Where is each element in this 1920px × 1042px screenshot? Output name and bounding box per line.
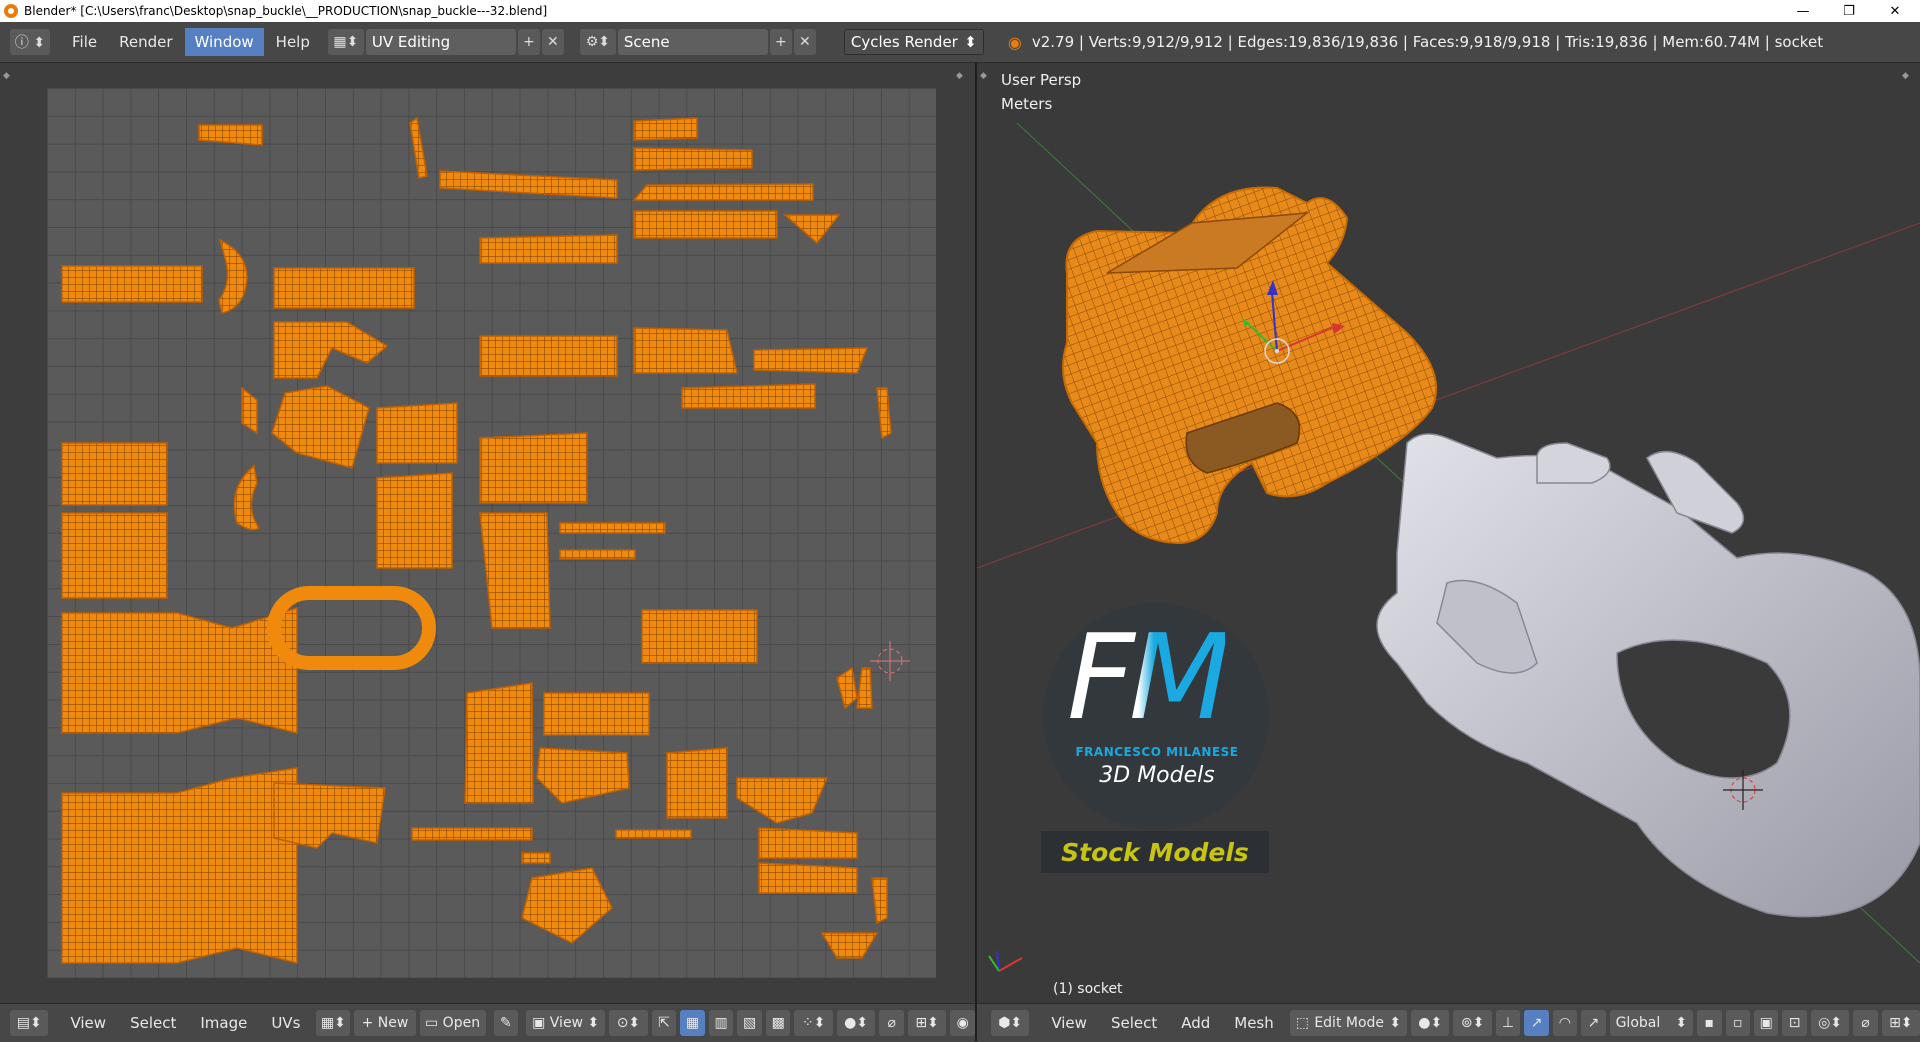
open-image-button[interactable]: ▭ Open <box>419 1010 486 1036</box>
screen-layout-field[interactable]: UV Editing <box>365 29 516 55</box>
screen-layout-label: UV Editing <box>371 33 451 51</box>
plus-icon: + <box>361 1015 378 1031</box>
dropdown-arrow-icon: ⬍ <box>964 33 977 51</box>
edge-mode-icon[interactable]: ▫ <box>1725 1010 1750 1036</box>
view-mode-dropdown[interactable]: ▣ View ⬍ <box>526 1010 606 1036</box>
rotate-manipulator-icon[interactable]: ◠ <box>1552 1010 1578 1036</box>
vp-menu-select[interactable]: Select <box>1099 1014 1169 1032</box>
render-engine-dropdown[interactable]: Cycles Render ⬍ <box>843 29 984 55</box>
folder-icon: ▭ <box>424 1015 443 1031</box>
menu-help[interactable]: Help <box>266 28 320 56</box>
vp-menu-view[interactable]: View <box>1039 1014 1099 1032</box>
uv-channel-icon[interactable]: ◉ <box>950 1010 975 1036</box>
uv-islands <box>61 116 910 964</box>
3d-view-header: ⬢⬍ View Select Add Mesh ⬚ Edit Mode ⬍ ●⬍ ⊚… <box>977 1003 1920 1042</box>
render-engine-label: Cycles Render <box>850 33 958 51</box>
island-select-icon[interactable]: ▩ <box>765 1010 791 1036</box>
watermark-badge: Stock Models <box>1041 831 1269 873</box>
uv-grid[interactable] <box>47 88 936 978</box>
watermark-tagline: 3D Models <box>1099 763 1215 788</box>
snap-icon[interactable]: ⌀ <box>879 1010 904 1036</box>
blender-logo-icon <box>4 4 18 18</box>
minimize-button[interactable]: — <box>1780 0 1826 22</box>
pivot-point-icon[interactable]: ⊚⬍ <box>1453 1010 1492 1036</box>
limit-selection-icon[interactable]: ⊡ <box>1782 1010 1807 1036</box>
proportional-editing-icon[interactable]: ◎⬍ <box>1810 1010 1850 1036</box>
mode-label: Edit Mode <box>1314 1015 1385 1031</box>
window-title: Blender* [C:\Users\franc\Desktop\snap_bu… <box>24 4 548 18</box>
scene-stats: v2.79 | Verts:9,912/9,912 | Edges:19,836… <box>1031 33 1824 51</box>
uv-editor-header: ▤⬍ View Select Image UVs ▦⬍ + New ▭ Open… <box>0 1003 975 1042</box>
vertex-select-icon[interactable]: ▦ <box>680 1010 705 1036</box>
editor-type-uv-icon[interactable]: ▤⬍ <box>10 1010 49 1036</box>
orientation-dropdown[interactable]: Global ⬍ <box>1609 1010 1694 1036</box>
2d-cursor-icon <box>870 641 910 681</box>
scene-label: Scene <box>623 33 670 51</box>
edit-mode-icon: ⬚ <box>1295 1015 1309 1031</box>
vp-menu-mesh[interactable]: Mesh <box>1222 1014 1286 1032</box>
open-image-label: Open <box>442 1015 481 1031</box>
remove-layout-icon[interactable]: ✕ <box>541 29 564 55</box>
new-image-label: New <box>377 1015 409 1031</box>
maximize-button[interactable]: ❐ <box>1826 0 1872 22</box>
watermark-badge-text: Stock Models <box>1061 837 1249 867</box>
active-object-label: (1) socket <box>1053 981 1123 997</box>
editor-type-info-icon[interactable]: ⓘ ⬍ <box>10 29 50 55</box>
region-toggle-icon[interactable]: ◆ <box>3 71 10 81</box>
watermark-logo: FM <box>1067 608 1231 746</box>
viewport-shading-icon[interactable]: ●⬍ <box>1411 1010 1450 1036</box>
3d-viewport[interactable]: ◆ ◆ User Persp Meters FM FRANCESCO MILAN… <box>977 63 1920 1003</box>
sync-selection-icon[interactable]: ⇱ <box>651 1010 677 1036</box>
pin-icon[interactable]: ✎ <box>493 1010 519 1036</box>
face-select-icon[interactable]: ▧ <box>737 1010 762 1036</box>
menu-render[interactable]: Render <box>109 28 182 56</box>
pivot-icon[interactable]: ⊙⬍ <box>609 1010 648 1036</box>
scale-manipulator-icon[interactable]: ↗ <box>1581 1010 1606 1036</box>
uv-menu-view[interactable]: View <box>58 1014 118 1032</box>
snap-target-icon[interactable]: ⊞⬍ <box>907 1010 947 1036</box>
orientation-label: Global <box>1615 1015 1661 1031</box>
title-bar: Blender* [C:\Users\franc\Desktop\snap_bu… <box>0 0 1920 22</box>
uv-menu-uvs[interactable]: UVs <box>259 1014 312 1032</box>
image-icon: ▣ <box>532 1015 550 1031</box>
watermark-initials: FM <box>1067 618 1231 736</box>
axis-orientation-icon <box>988 950 1023 972</box>
menu-window[interactable]: Window <box>184 28 264 56</box>
manipulator-toggle-icon[interactable]: ⊥ <box>1495 1010 1521 1036</box>
remove-scene-icon[interactable]: ✕ <box>793 29 816 55</box>
snap-element-icon[interactable]: ⊞⬍ <box>1881 1010 1920 1036</box>
uv-menu-select[interactable]: Select <box>118 1014 188 1032</box>
blender-logo-icon: ◉ <box>1007 32 1022 52</box>
sticky-select-icon[interactable]: ⁘⬍ <box>794 1010 833 1036</box>
scene-icon[interactable]: ⚙⬍ <box>579 29 616 55</box>
close-button[interactable]: ✕ <box>1872 0 1918 22</box>
menu-file[interactable]: File <box>62 28 107 56</box>
translate-manipulator-icon[interactable]: ↗ <box>1524 1010 1549 1036</box>
watermark-name: FRANCESCO MILANESE <box>1075 745 1239 759</box>
scene-field[interactable]: Scene <box>617 29 768 55</box>
dropdown-arrow-icon: ⬍ <box>1389 1015 1402 1031</box>
face-mode-icon[interactable]: ▣ <box>1753 1010 1779 1036</box>
uv-image-editor[interactable]: ◆ ◆ <box>0 63 975 1003</box>
uv-menu-image[interactable]: Image <box>188 1014 259 1032</box>
view-mode-label: View <box>549 1015 584 1031</box>
screen-layout-icon[interactable]: ▦⬍ <box>327 29 364 55</box>
add-layout-icon[interactable]: + <box>517 29 540 55</box>
vertex-mode-icon[interactable]: ▪ <box>1697 1010 1722 1036</box>
vp-menu-add[interactable]: Add <box>1169 1014 1222 1032</box>
edge-select-icon[interactable]: ▥ <box>708 1010 734 1036</box>
snap-toggle-icon[interactable]: ⌀ <box>1853 1010 1878 1036</box>
dropdown-arrow-icon: ⬍ <box>1675 1015 1688 1031</box>
add-scene-icon[interactable]: + <box>769 29 792 55</box>
proportional-edit-icon[interactable]: ●⬍ <box>836 1010 876 1036</box>
mode-dropdown[interactable]: ⬚ Edit Mode ⬍ <box>1289 1010 1408 1036</box>
unselected-mesh-part <box>1376 433 1920 918</box>
region-toggle-icon[interactable]: ◆ <box>956 71 963 81</box>
dropdown-arrow-icon: ⬍ <box>583 1015 600 1031</box>
image-browse-icon[interactable]: ▦⬍ <box>316 1010 351 1036</box>
new-image-button[interactable]: + New <box>354 1010 416 1036</box>
selected-mesh-part <box>1062 186 1438 545</box>
editor-type-3d-icon[interactable]: ⬢⬍ <box>991 1010 1030 1036</box>
info-header: ⓘ ⬍ File Render Window Help ▦⬍ UV Editin… <box>0 22 1920 63</box>
